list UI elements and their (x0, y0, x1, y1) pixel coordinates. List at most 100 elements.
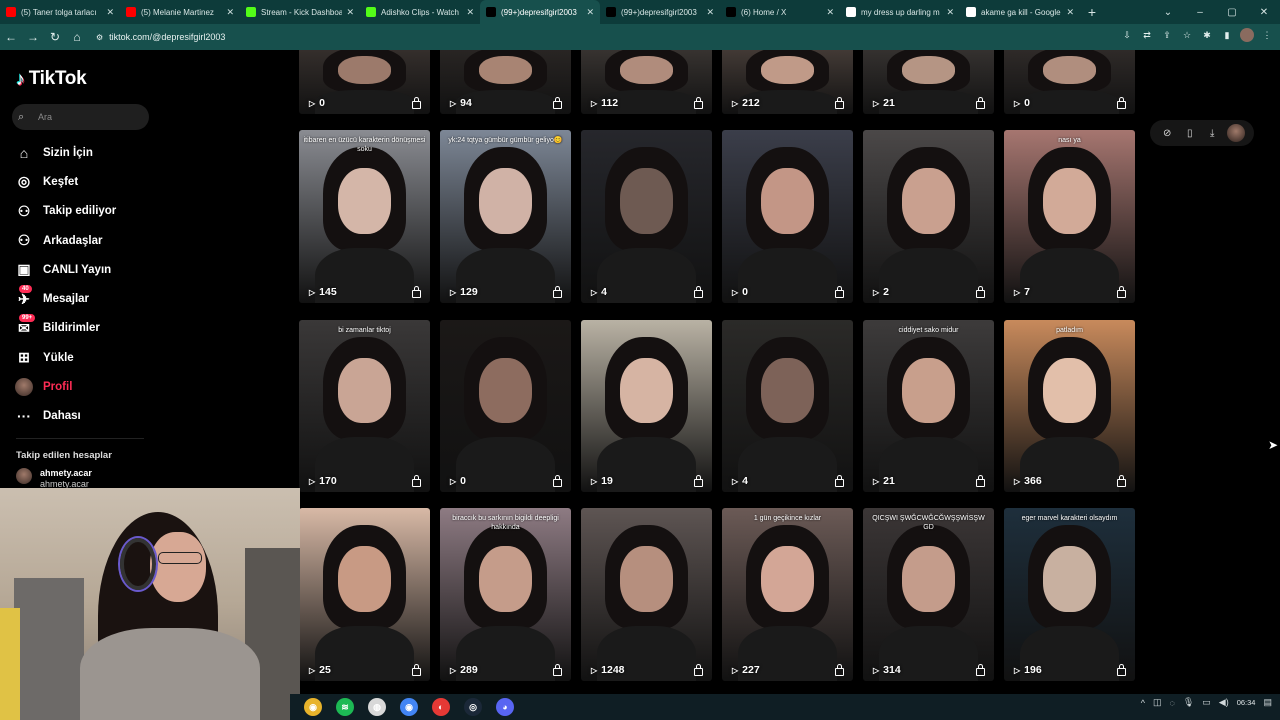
video-card[interactable]: biraccık bu sarkının bigildi deepligi ha… (440, 508, 571, 681)
new-tab-button[interactable]: + (1080, 4, 1104, 20)
chrome-icon[interactable]: ◉ (304, 698, 322, 716)
reload-icon[interactable]: ↻ (44, 30, 66, 44)
mic-icon[interactable]: 🎙 (1183, 697, 1194, 708)
video-card[interactable]: ▷ 4 (722, 320, 853, 492)
video-card[interactable]: ▷ 212 (722, 50, 853, 114)
browser-toolbar-right: ⇩ ⇄ ⇪ ☆ ✱ ▮ ⋮ (1120, 28, 1274, 42)
bookmark-icon[interactable]: ☆ (1180, 28, 1194, 42)
url-input[interactable]: ⚙ tiktok.com/@depresifgirl2003 (96, 28, 1096, 46)
close-icon[interactable]: ✕ (946, 7, 954, 18)
play-icon: ▷ (732, 98, 739, 108)
video-card[interactable]: ▷ 0 (440, 320, 571, 492)
video-card[interactable]: ▷ 112 (581, 50, 712, 114)
sidebar-item[interactable]: ✈ 40 Mesajlar (14, 284, 116, 313)
video-card[interactable]: bi zamanlar tiktoj ▷ 170 (299, 320, 430, 492)
sidebar-item[interactable]: ⌂ Sizin İçin (14, 138, 116, 167)
browser-tab[interactable]: Adishko Clips - Watch ✕ (360, 0, 480, 24)
sidebar-item[interactable]: ··· Dahası (14, 402, 116, 431)
sidebar-item[interactable]: ⊞ Yükle (14, 343, 116, 372)
maximize-icon[interactable]: ▢ (1216, 7, 1248, 18)
close-icon[interactable]: ✕ (706, 7, 714, 18)
sidebar-item-label: Takip ediliyor (43, 205, 117, 218)
tray-app-icon[interactable]: ◫ (1153, 697, 1162, 708)
app-icon[interactable]: ◐ (432, 698, 450, 716)
video-caption: eger marvel karakteri olsaydım (1021, 515, 1118, 522)
sidebar-item[interactable]: Profil (14, 372, 116, 401)
browser-tab[interactable]: my dress up darling m ✕ (840, 0, 960, 24)
video-card[interactable]: ▷ 19 (581, 320, 712, 492)
video-card[interactable]: ▷ 21 (863, 50, 994, 114)
chrome-alt-icon[interactable]: ◉ (400, 698, 418, 716)
minimize-icon[interactable]: – (1184, 7, 1216, 18)
video-card[interactable]: ▷ 0 (299, 50, 430, 114)
browser-tab[interactable]: akame ga kill - Google ✕ (960, 0, 1080, 24)
sidebar-item[interactable]: ⚇ Arkadaşlar (14, 226, 116, 255)
tray-chevron-icon[interactable]: ^ (1141, 698, 1145, 708)
sidebar-item[interactable]: ⚇ Takip ediliyor (14, 197, 117, 226)
obs-icon[interactable]: ◍ (368, 698, 386, 716)
forward-icon[interactable]: → (22, 30, 44, 44)
video-card[interactable]: ▷ 2 (863, 130, 994, 303)
video-card[interactable]: ▷ 0 (1004, 50, 1135, 114)
close-window-icon[interactable]: ✕ (1248, 7, 1280, 18)
extensions-icon[interactable]: ✱ (1200, 28, 1214, 42)
close-icon[interactable]: ✕ (226, 7, 234, 18)
video-card[interactable]: 1 gün geçikince kızlar ▷ 227 (722, 508, 853, 681)
search-input[interactable]: ⌕ Ara (12, 104, 149, 130)
wifi-icon[interactable]: ◌ (1169, 698, 1174, 708)
home-icon[interactable]: ⌂ (66, 30, 88, 44)
video-card[interactable]: eger marvel karakteri olsaydım ▷ 196 (1004, 508, 1135, 681)
video-card[interactable]: QICŞWI ŞWĞCWĞCĞWŞŞWİSŞW GD ▷ 314 (863, 508, 994, 681)
volume-icon[interactable]: ◀) (1219, 697, 1229, 708)
download-icon[interactable]: ⤓ (1204, 128, 1220, 139)
share-icon[interactable]: ⇪ (1160, 28, 1174, 42)
profile-avatar[interactable] (1240, 28, 1254, 42)
video-card[interactable]: ciddiyet sako midur ▷ 21 (863, 320, 994, 492)
site-info-icon[interactable]: ⚙ (96, 33, 103, 42)
browser-tab[interactable]: (99+)depresifgirl2003 ✕ (480, 0, 600, 24)
video-card[interactable]: nası ya ▷ 7 (1004, 130, 1135, 303)
chevron-down-icon[interactable]: ⌄ (1152, 7, 1184, 18)
video-card[interactable]: yk:24 tqtya gümbür gümbür geliyo😊 ▷ 129 (440, 130, 571, 303)
close-icon[interactable]: ✕ (106, 7, 114, 18)
menu-icon[interactable]: ⋮ (1260, 28, 1274, 42)
close-icon[interactable]: ✕ (1066, 7, 1074, 18)
video-card[interactable]: itibaren en üzücü karakterin dönüşmesi s… (299, 130, 430, 303)
video-card[interactable]: ▷ 0 (722, 130, 853, 303)
user-avatar[interactable] (1226, 124, 1245, 142)
sidebar-item[interactable]: ✉ 99+ Bildirimler (14, 314, 116, 343)
close-icon[interactable]: ✕ (466, 7, 474, 18)
browser-tab[interactable]: (6) Home / X ✕ (720, 0, 840, 24)
back-icon[interactable]: ← (0, 30, 22, 44)
clock[interactable]: 06:34 (1237, 698, 1256, 707)
translate-icon[interactable]: ⇄ (1140, 28, 1154, 42)
browser-tab[interactable]: Stream - Kick Dashboard ✕ (240, 0, 360, 24)
close-icon[interactable]: ✕ (586, 7, 594, 18)
browser-tab[interactable]: (5) Taner tolga tarlacı ✕ (0, 0, 120, 24)
video-thumbnail (722, 320, 853, 492)
install-icon[interactable]: ⇩ (1120, 28, 1134, 42)
coins-icon[interactable]: ⊘ (1159, 128, 1175, 139)
video-card[interactable]: ▷ 4 (581, 130, 712, 303)
browser-tab[interactable]: (99+)depresifgirl2003 ✕ (600, 0, 720, 24)
video-card[interactable]: ▷ 94 (440, 50, 571, 114)
sidebar-item-label: Profil (43, 381, 73, 394)
following-account[interactable]: ahmety.acar ahmety.acar (16, 468, 92, 490)
sidebar-item[interactable]: ▣ CANLI Yayın (14, 255, 116, 284)
browser-tab[interactable]: (5) Melanie Martinez ✕ (120, 0, 240, 24)
sidepanel-icon[interactable]: ▮ (1220, 28, 1234, 42)
view-count-value: 4 (742, 475, 748, 487)
network-icon[interactable]: ▭ (1202, 697, 1211, 708)
spotify-icon[interactable]: ≋ (336, 698, 354, 716)
device-icon[interactable]: ▯ (1182, 128, 1198, 139)
close-icon[interactable]: ✕ (346, 7, 354, 18)
video-card[interactable]: patladım ▷ 366 (1004, 320, 1135, 492)
close-icon[interactable]: ✕ (826, 7, 834, 18)
steam-icon[interactable]: ◎ (464, 698, 482, 716)
discord-icon[interactable]: ◕ (496, 698, 514, 716)
video-card[interactable]: ▷ 1248 (581, 508, 712, 681)
tiktok-logo[interactable]: ♪ TikTok (16, 68, 87, 90)
video-card[interactable]: ▷ 25 (299, 508, 430, 681)
sidebar-item[interactable]: ◎ Keşfet (14, 167, 116, 196)
notification-center-icon[interactable]: ▤ (1263, 697, 1272, 708)
